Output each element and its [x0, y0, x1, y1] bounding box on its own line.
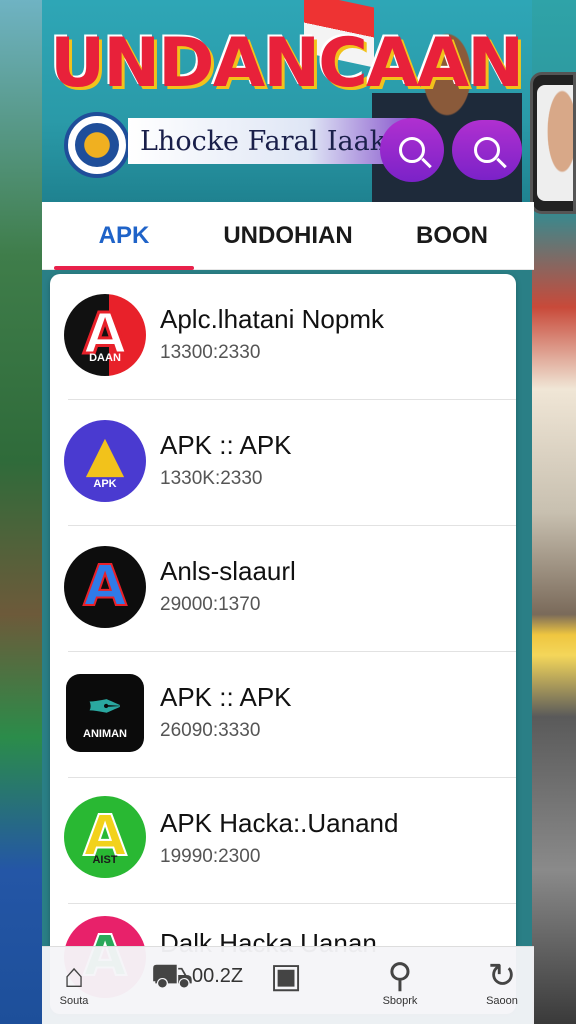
drive-triangle-icon: ▲ APK [64, 420, 146, 502]
red-black-a-icon: A DAAN [64, 294, 146, 376]
banner-subtitle: Lhocke Faral Iaakas [140, 125, 417, 157]
app-title: Anls-slaaurl [160, 556, 296, 586]
emblem-logo [64, 112, 130, 178]
pen-tool-icon: ✒ ANIMAN [66, 674, 144, 752]
banner-title: UNDANCAAN [50, 24, 524, 103]
tab-boon[interactable]: BOON [370, 202, 534, 270]
background-left-scene [0, 0, 42, 1024]
list-item[interactable]: A AIST APK Hacka:.Uanand 19990:2300 [50, 778, 516, 904]
promo-banner: UNDANCAAN Lhocke Faral Iaakas [42, 0, 532, 202]
tab-apk[interactable]: APK [42, 202, 206, 270]
search-icon [399, 137, 425, 163]
app-title: Aplc.lhatani Nopmk [160, 304, 384, 334]
tab-bar: APK UNDOHIAN BOON [42, 202, 534, 270]
nav-badge[interactable]: ▣ [246, 957, 326, 995]
home-icon: ⌂ [63, 957, 85, 995]
nav-search[interactable]: ⚲ Sboprk [360, 957, 440, 1007]
app-list: A DAAN Aplc.lhatani Nopmk 13300:2330 ▲ A… [50, 274, 516, 1014]
green-a-icon: A AIST [64, 796, 146, 878]
list-item[interactable]: ✒ ANIMAN APK :: APK 26090:3330 [50, 652, 516, 778]
list-item[interactable]: A Anls-slaaurl 29000:1370 [50, 526, 516, 652]
nav-time-text: 00.2Z [192, 965, 244, 987]
app-subtitle: 26090:3330 [160, 720, 261, 741]
bottom-nav: ⌂ Souta ⛟ 00.2Z ▣ ⚲ Sboprk ↻ Saoon [42, 946, 534, 1024]
app-subtitle: 19990:2300 [160, 846, 261, 867]
app-subtitle: 13300:2330 [160, 342, 261, 363]
search-icon: ⚲ [387, 957, 413, 995]
search-button-secondary[interactable] [452, 120, 522, 180]
search-button[interactable] [380, 118, 444, 182]
app-title: APK :: APK [160, 430, 292, 460]
search-icon [474, 137, 500, 163]
app-title: APK :: APK [160, 682, 292, 712]
app-subtitle: 1330K:2330 [160, 468, 263, 489]
app-title: APK Hacka:.Uanand [160, 808, 399, 838]
square-badge-icon: ▣ [269, 957, 303, 995]
blue-red-a-icon: A [64, 546, 146, 628]
list-item[interactable]: ▲ APK APK :: APK 1330K:2330 [50, 400, 516, 526]
app-subtitle: 29000:1370 [160, 594, 261, 615]
nav-home[interactable]: ⌂ Souta [34, 957, 114, 1007]
list-item[interactable]: A DAAN Aplc.lhatani Nopmk 13300:2330 [50, 274, 516, 400]
phone-graphic [530, 72, 576, 214]
tab-undohian[interactable]: UNDOHIAN [206, 202, 370, 270]
nav-refresh[interactable]: ↻ Saoon [462, 957, 542, 1007]
refresh-icon: ↻ [487, 957, 517, 995]
